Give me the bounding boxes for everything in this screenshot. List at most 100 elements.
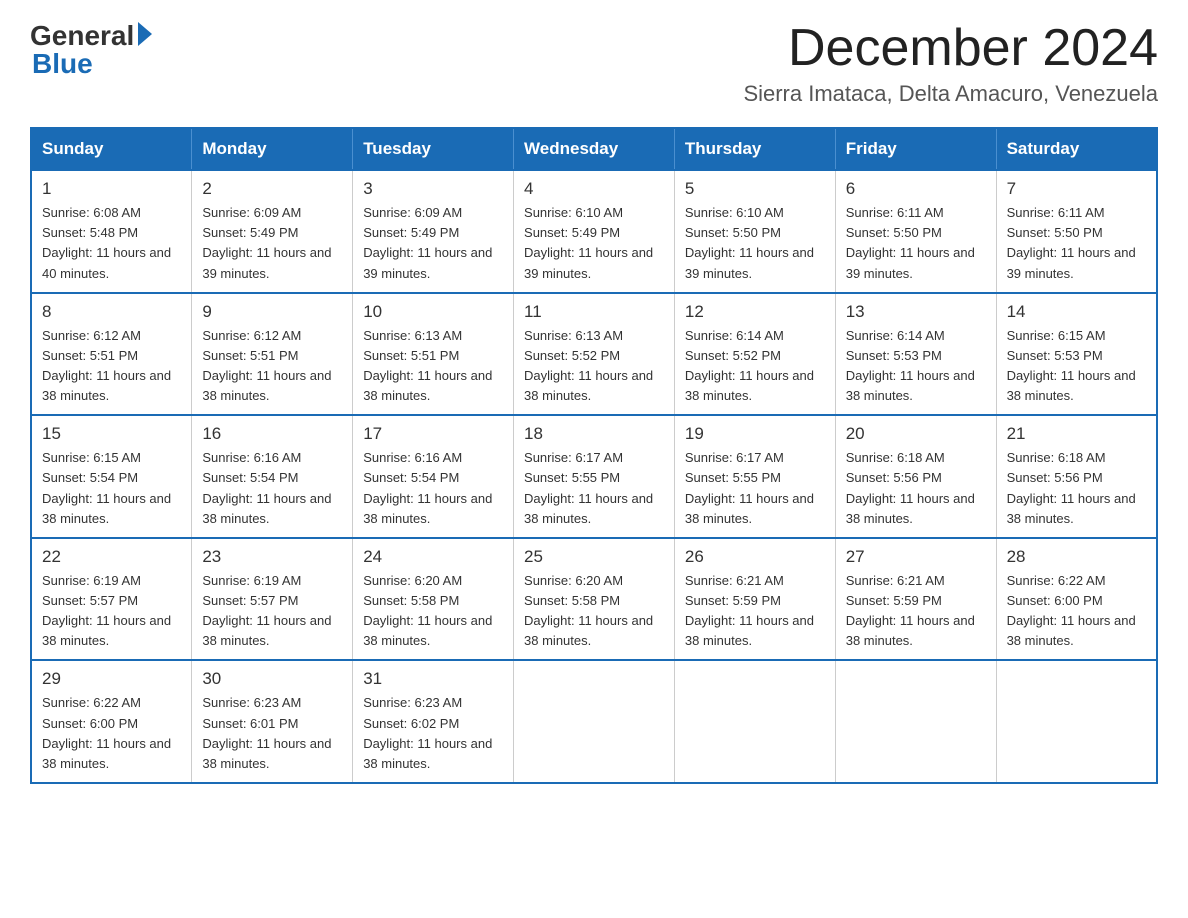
page-header: General Blue December 2024 Sierra Imatac… [30,20,1158,107]
day-number: 31 [363,669,503,689]
calendar-cell: 12 Sunrise: 6:14 AMSunset: 5:52 PMDayligh… [674,293,835,416]
calendar-cell: 4 Sunrise: 6:10 AMSunset: 5:49 PMDaylight… [514,170,675,293]
day-number: 25 [524,547,664,567]
day-number: 9 [202,302,342,322]
week-row-5: 29 Sunrise: 6:22 AMSunset: 6:00 PMDayligh… [31,660,1157,783]
calendar-cell: 24 Sunrise: 6:20 AMSunset: 5:58 PMDayligh… [353,538,514,661]
day-info: Sunrise: 6:09 AMSunset: 5:49 PMDaylight:… [202,203,342,284]
calendar-cell: 3Sunrise: 6:09 AMSunset: 5:49 PMDaylight… [353,170,514,293]
calendar-cell: 22Sunrise: 6:19 AMSunset: 5:57 PMDayligh… [31,538,192,661]
header-day-monday: Monday [192,128,353,170]
calendar-cell: 21 Sunrise: 6:18 AMSunset: 5:56 PMDayligh… [996,415,1157,538]
calendar-cell [996,660,1157,783]
day-number: 18 [524,424,664,444]
day-info: Sunrise: 6:15 AMSunset: 5:53 PMDaylight:… [1007,326,1146,407]
day-info: Sunrise: 6:10 AMSunset: 5:50 PMDaylight:… [685,203,825,284]
day-info: Sunrise: 6:18 AMSunset: 5:56 PMDaylight:… [1007,448,1146,529]
day-number: 20 [846,424,986,444]
day-info: Sunrise: 6:14 AMSunset: 5:52 PMDaylight:… [685,326,825,407]
calendar-cell: 26 Sunrise: 6:21 AMSunset: 5:59 PMDayligh… [674,538,835,661]
calendar-cell: 16Sunrise: 6:16 AMSunset: 5:54 PMDayligh… [192,415,353,538]
day-info: Sunrise: 6:17 AMSunset: 5:55 PMDaylight:… [685,448,825,529]
calendar-cell: 7 Sunrise: 6:11 AMSunset: 5:50 PMDaylight… [996,170,1157,293]
day-info: Sunrise: 6:20 AMSunset: 5:58 PMDaylight:… [363,571,503,652]
day-number: 15 [42,424,181,444]
day-info: Sunrise: 6:23 AMSunset: 6:01 PMDaylight:… [202,693,342,774]
day-number: 7 [1007,179,1146,199]
calendar-cell: 29 Sunrise: 6:22 AMSunset: 6:00 PMDayligh… [31,660,192,783]
day-number: 29 [42,669,181,689]
day-number: 27 [846,547,986,567]
logo: General Blue [30,20,152,80]
day-info: Sunrise: 6:18 AMSunset: 5:56 PMDaylight:… [846,448,986,529]
day-info: Sunrise: 6:12 AMSunset: 5:51 PMDaylight:… [202,326,342,407]
day-info: Sunrise: 6:21 AMSunset: 5:59 PMDaylight:… [846,571,986,652]
header-day-tuesday: Tuesday [353,128,514,170]
day-info: Sunrise: 6:19 AMSunset: 5:57 PMDaylight:… [202,571,342,652]
calendar-cell: 11Sunrise: 6:13 AMSunset: 5:52 PMDayligh… [514,293,675,416]
header-day-wednesday: Wednesday [514,128,675,170]
logo-blue-text: Blue [32,48,93,80]
calendar-cell: 10 Sunrise: 6:13 AMSunset: 5:51 PMDayligh… [353,293,514,416]
day-info: Sunrise: 6:16 AMSunset: 5:54 PMDaylight:… [363,448,503,529]
day-info: Sunrise: 6:20 AMSunset: 5:58 PMDaylight:… [524,571,664,652]
day-number: 28 [1007,547,1146,567]
header-row: SundayMondayTuesdayWednesdayThursdayFrid… [31,128,1157,170]
day-info: Sunrise: 6:13 AMSunset: 5:51 PMDaylight:… [363,326,503,407]
day-number: 10 [363,302,503,322]
calendar-cell: 27 Sunrise: 6:21 AMSunset: 5:59 PMDayligh… [835,538,996,661]
calendar-cell: 15 Sunrise: 6:15 AMSunset: 5:54 PMDayligh… [31,415,192,538]
day-number: 19 [685,424,825,444]
calendar-cell [514,660,675,783]
week-row-2: 8 Sunrise: 6:12 AMSunset: 5:51 PMDaylight… [31,293,1157,416]
calendar-cell: 13 Sunrise: 6:14 AMSunset: 5:53 PMDayligh… [835,293,996,416]
calendar-cell: 14 Sunrise: 6:15 AMSunset: 5:53 PMDayligh… [996,293,1157,416]
day-info: Sunrise: 6:12 AMSunset: 5:51 PMDaylight:… [42,326,181,407]
day-info: Sunrise: 6:17 AMSunset: 5:55 PMDaylight:… [524,448,664,529]
day-info: Sunrise: 6:15 AMSunset: 5:54 PMDaylight:… [42,448,181,529]
day-number: 26 [685,547,825,567]
day-number: 30 [202,669,342,689]
day-number: 24 [363,547,503,567]
calendar-cell: 18 Sunrise: 6:17 AMSunset: 5:55 PMDayligh… [514,415,675,538]
day-info: Sunrise: 6:09 AMSunset: 5:49 PMDaylight:… [363,203,503,284]
day-number: 14 [1007,302,1146,322]
calendar-cell: 30 Sunrise: 6:23 AMSunset: 6:01 PMDayligh… [192,660,353,783]
day-number: 4 [524,179,664,199]
day-info: Sunrise: 6:14 AMSunset: 5:53 PMDaylight:… [846,326,986,407]
calendar-cell: 28 Sunrise: 6:22 AMSunset: 6:00 PMDayligh… [996,538,1157,661]
day-info: Sunrise: 6:22 AMSunset: 6:00 PMDaylight:… [42,693,181,774]
location-subtitle: Sierra Imataca, Delta Amacuro, Venezuela [743,81,1158,107]
day-number: 17 [363,424,503,444]
header-day-thursday: Thursday [674,128,835,170]
day-number: 16 [202,424,342,444]
calendar-cell: 2Sunrise: 6:09 AMSunset: 5:49 PMDaylight… [192,170,353,293]
month-year-title: December 2024 [743,20,1158,77]
day-info: Sunrise: 6:21 AMSunset: 5:59 PMDaylight:… [685,571,825,652]
day-info: Sunrise: 6:10 AMSunset: 5:49 PMDaylight:… [524,203,664,284]
day-number: 12 [685,302,825,322]
week-row-1: 1 Sunrise: 6:08 AMSunset: 5:48 PMDaylight… [31,170,1157,293]
day-info: Sunrise: 6:22 AMSunset: 6:00 PMDaylight:… [1007,571,1146,652]
day-number: 21 [1007,424,1146,444]
day-number: 22 [42,547,181,567]
day-info: Sunrise: 6:08 AMSunset: 5:48 PMDaylight:… [42,203,181,284]
calendar-cell: 17 Sunrise: 6:16 AMSunset: 5:54 PMDayligh… [353,415,514,538]
day-number: 23 [202,547,342,567]
day-number: 1 [42,179,181,199]
calendar-body: 1 Sunrise: 6:08 AMSunset: 5:48 PMDaylight… [31,170,1157,783]
day-info: Sunrise: 6:11 AMSunset: 5:50 PMDaylight:… [1007,203,1146,284]
calendar-cell: 9 Sunrise: 6:12 AMSunset: 5:51 PMDaylight… [192,293,353,416]
day-number: 8 [42,302,181,322]
calendar-cell: 8 Sunrise: 6:12 AMSunset: 5:51 PMDaylight… [31,293,192,416]
day-number: 13 [846,302,986,322]
day-number: 6 [846,179,986,199]
calendar-cell: 6Sunrise: 6:11 AMSunset: 5:50 PMDaylight… [835,170,996,293]
calendar-cell: 5Sunrise: 6:10 AMSunset: 5:50 PMDaylight… [674,170,835,293]
calendar-cell: 25 Sunrise: 6:20 AMSunset: 5:58 PMDayligh… [514,538,675,661]
calendar-table: SundayMondayTuesdayWednesdayThursdayFrid… [30,127,1158,784]
header-day-sunday: Sunday [31,128,192,170]
calendar-cell: 1 Sunrise: 6:08 AMSunset: 5:48 PMDaylight… [31,170,192,293]
header-day-friday: Friday [835,128,996,170]
calendar-cell: 23 Sunrise: 6:19 AMSunset: 5:57 PMDayligh… [192,538,353,661]
